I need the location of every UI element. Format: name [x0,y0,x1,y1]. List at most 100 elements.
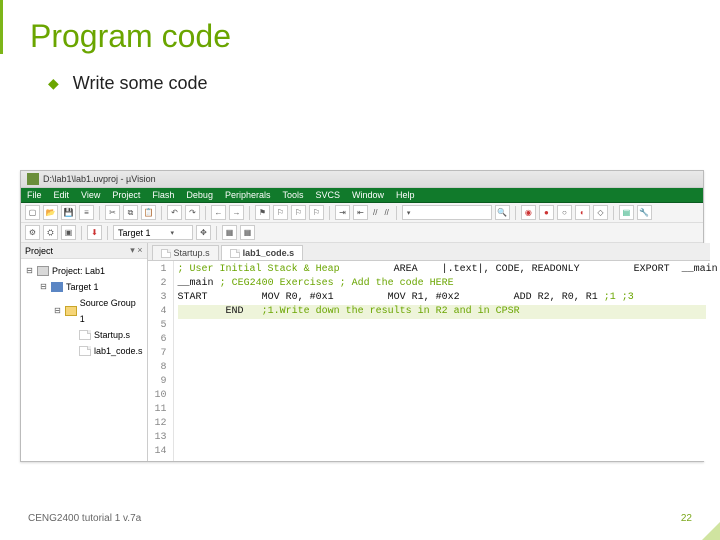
options-icon[interactable]: ✥ [196,225,211,240]
collapse-icon[interactable]: ⊟ [25,263,34,279]
file-icon [161,249,171,258]
window-icon[interactable]: ▤ [619,205,634,220]
menu-file[interactable]: File [27,190,42,200]
breakpoint-icon-2[interactable]: ○ [557,205,572,220]
titlebar: D:\lab1\lab1.uvproj - µVision [21,171,703,188]
collapse-icon[interactable]: ⊟ [53,303,62,319]
tree-file[interactable]: lab1_code.s [25,343,143,359]
manage-icon[interactable]: ▦ [222,225,237,240]
paste-icon[interactable]: 📋 [141,205,156,220]
panel-header: Project ▾ × [21,243,147,259]
code-editor[interactable]: 1234567 891011121314 ; User Initial Stac… [148,261,710,461]
folder-icon [65,306,77,316]
code-line: __main [178,278,214,289]
bookmark-icon[interactable]: ⚑ [255,205,270,220]
menu-debug[interactable]: Debug [186,190,213,200]
project-panel: Project ▾ × ⊟ Project: Lab1 ⊟ Target 1 [21,243,148,461]
menu-window[interactable]: Window [352,190,384,200]
separator [99,206,100,220]
menu-tools[interactable]: Tools [282,190,303,200]
code-line: START [178,292,208,303]
tree-target[interactable]: ⊟ Target 1 [25,279,143,295]
tree-file-label: lab1_code.s [94,343,143,359]
panel-close-icon[interactable]: ▾ × [130,245,142,256]
tree-root[interactable]: ⊟ Project: Lab1 [25,263,143,279]
tab-lab1-code[interactable]: lab1_code.s [221,245,304,260]
code-line: ADD R2, R0, R1 [466,292,598,303]
file-icon [79,346,91,356]
nav-fwd-icon[interactable]: → [229,205,244,220]
separator [329,206,330,220]
find-icon[interactable]: 🔍 [495,205,510,220]
bookmark-next-icon[interactable]: ⚐ [291,205,306,220]
code-lines[interactable]: ; User Initial Stack & Heap AREA |.text|… [174,261,710,461]
menu-view[interactable]: View [81,190,100,200]
code-line: MOV R0, #0x1 [214,292,334,303]
corner-fold-icon [702,522,720,540]
separator [613,206,614,220]
uvision-window: D:\lab1\lab1.uvproj - µVision File Edit … [20,170,704,462]
menu-edit[interactable]: Edit [54,190,70,200]
code-line: AREA |.text|, CODE, READONLY [346,264,580,275]
tab-label: Startup.s [174,248,210,258]
toolbar-row-1: ▢ 📂 💾 ≡ ✂ ⧉ 📋 ↶ ↷ ← → ⚑ ⚐ ⚐ ⚐ ⇥ ⇤ // // [21,203,703,223]
debug-icon[interactable]: ◉ [521,205,536,220]
redo-icon[interactable]: ↷ [185,205,200,220]
page-number: 22 [681,513,692,524]
undo-icon[interactable]: ↶ [167,205,182,220]
bookmark-prev-icon[interactable]: ⚐ [273,205,288,220]
code-line: MOV R1, #0x2 [340,292,460,303]
menu-help[interactable]: Help [396,190,415,200]
download-icon[interactable]: ⬇ [87,225,102,240]
nav-back-icon[interactable]: ← [211,205,226,220]
save-all-icon[interactable]: ≡ [79,205,94,220]
cut-icon[interactable]: ✂ [105,205,120,220]
target-icon [51,282,63,292]
menu-flash[interactable]: Flash [152,190,174,200]
bookmark-clear-icon[interactable]: ⚐ [309,205,324,220]
menu-peripherals[interactable]: Peripherals [225,190,271,200]
tree-root-label: Project: Lab1 [52,263,105,279]
tree-file[interactable]: Startup.s [25,327,143,343]
copy-icon[interactable]: ⧉ [123,205,138,220]
titlebar-text: D:\lab1\lab1.uvproj - µVision [43,174,156,184]
save-icon[interactable]: 💾 [61,205,76,220]
new-file-icon[interactable]: ▢ [25,205,40,220]
tab-label: lab1_code.s [243,248,295,258]
separator [249,206,250,220]
editor-tabs: Startup.s lab1_code.s [148,243,710,261]
file-icon [230,249,240,258]
outdent-icon[interactable]: ⇤ [353,205,368,220]
project-tree[interactable]: ⊟ Project: Lab1 ⊟ Target 1 ⊟ Source Grou… [21,259,147,363]
config-icon[interactable]: 🔧 [637,205,652,220]
separator [205,206,206,220]
open-icon[interactable]: 📂 [43,205,58,220]
menu-project[interactable]: Project [112,190,140,200]
build-icon[interactable]: ⚙ [25,225,40,240]
comment-icon[interactable]: // [371,208,379,217]
target-selector[interactable]: Target 1 [113,225,193,240]
code-line: ;1 [604,292,616,303]
tab-startup[interactable]: Startup.s [152,245,219,260]
find-combo[interactable] [402,205,492,220]
menu-svcs[interactable]: SVCS [316,190,341,200]
tree-group[interactable]: ⊟ Source Group 1 [25,295,143,327]
separator [107,226,108,240]
menubar[interactable]: File Edit View Project Flash Debug Perip… [21,188,703,203]
breakpoint-disable-icon[interactable]: ◇ [593,205,608,220]
collapse-icon[interactable]: ⊟ [39,279,48,295]
breakpoint-icon[interactable]: ● [539,205,554,220]
breakpoint-icon-3[interactable]: ◐ [575,205,590,220]
code-line: END ;1.Write down the results in R2 and … [178,305,706,319]
rebuild-icon[interactable]: ⛭ [43,225,58,240]
uncomment-icon[interactable]: // [382,208,390,217]
tree-file-label: Startup.s [94,327,130,343]
bullet-row: ◆ Write some code [48,73,690,94]
code-line: EXPORT __main [586,264,718,275]
separator [81,226,82,240]
panel-title: Project [25,246,53,256]
indent-icon[interactable]: ⇥ [335,205,350,220]
manage-2-icon[interactable]: ▦ [240,225,255,240]
build-target-icon[interactable]: ▣ [61,225,76,240]
code-line: ; User Initial Stack & Heap [178,264,340,275]
